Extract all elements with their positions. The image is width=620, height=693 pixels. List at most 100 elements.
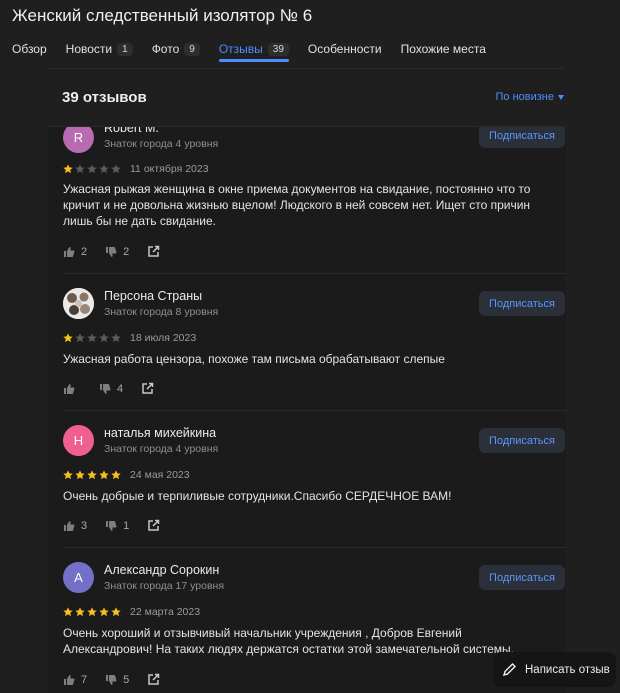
subscribe-button[interactable]: Подписаться: [479, 565, 565, 590]
tab-photo[interactable]: Фото 9: [152, 38, 200, 60]
dislike-button[interactable]: 2: [105, 246, 129, 258]
tab-count-badge: 9: [184, 42, 200, 56]
tab-features[interactable]: Особенности: [308, 38, 382, 60]
review-author[interactable]: Персона Страны: [104, 289, 202, 303]
subscribe-button[interactable]: Подписаться: [479, 291, 565, 316]
thumbs-down-icon: [106, 520, 117, 531]
dislike-count: 1: [123, 519, 130, 532]
avatar[interactable]: А: [63, 562, 94, 593]
like-button[interactable]: 3: [63, 520, 87, 532]
star-filled-icon: [99, 607, 109, 617]
review-date: 22 марта 2023: [130, 606, 201, 618]
avatar-image-icon: [63, 288, 94, 319]
share-button[interactable]: [147, 519, 160, 532]
review-date: 24 мая 2023: [130, 469, 190, 481]
star-empty-icon: [87, 164, 97, 174]
like-button[interactable]: 7: [63, 674, 87, 686]
review-author[interactable]: Александр Сорокин: [104, 563, 219, 577]
sort-dropdown[interactable]: По новизне: [496, 91, 564, 103]
review-actions: 3 1: [63, 519, 178, 532]
review-actions: 2 2: [63, 245, 178, 258]
rating-stars: [63, 333, 121, 343]
share-button[interactable]: [147, 245, 160, 258]
review-date: 11 октября 2023: [130, 163, 209, 175]
review-date: 18 июля 2023: [130, 332, 197, 344]
share-button[interactable]: [147, 673, 160, 686]
author-level: Знаток города 4 уровня: [104, 138, 219, 150]
share-button[interactable]: [141, 382, 154, 395]
rating-row: 24 мая 2023: [63, 469, 190, 481]
star-empty-icon: [87, 333, 97, 343]
review-card: R Robert M. Знаток города 4 уровня Подпи…: [48, 127, 566, 267]
tab-news[interactable]: Новости 1: [66, 38, 133, 60]
avatar-letter: Н: [73, 433, 84, 448]
star-empty-icon: [99, 333, 109, 343]
star-filled-icon: [75, 607, 85, 617]
like-count: 2: [81, 245, 88, 258]
dislike-button[interactable]: 5: [105, 674, 129, 686]
rating-stars: [63, 607, 121, 617]
reviews-count-title: 39 отзывов: [62, 89, 147, 106]
tab-reviews[interactable]: Отзывы 39: [218, 38, 290, 62]
tab-bar: Обзор Новости 1 Фото 9 Отзывы 39 Особенн…: [12, 38, 608, 62]
share-icon: [148, 519, 160, 531]
review-card: А Александр Сорокин Знаток города 17 уро…: [48, 562, 566, 693]
thumbs-up-icon: [64, 520, 75, 531]
reviews-header: 39 отзывов По новизне: [48, 76, 566, 126]
review-text: Ужасная рыжая женщина в окне приема доку…: [63, 182, 531, 228]
dislike-button[interactable]: 4: [99, 383, 123, 395]
author-level: Знаток города 17 уровня: [104, 580, 225, 592]
thumbs-up-icon: [64, 674, 75, 685]
tab-label: Новости: [65, 42, 113, 56]
star-filled-icon: [99, 470, 109, 480]
divider: [63, 273, 566, 274]
write-review-label: Написать отзыв: [525, 663, 610, 676]
review-author[interactable]: наталья михейкина: [104, 426, 216, 440]
author-level: Знаток города 4 уровня: [104, 443, 219, 455]
tab-count-badge: 1: [117, 42, 133, 56]
share-icon: [142, 382, 154, 394]
star-filled-icon: [111, 470, 121, 480]
pencil-icon: [502, 663, 516, 677]
author-level: Знаток города 8 уровня: [104, 306, 219, 318]
avatar[interactable]: Н: [63, 425, 94, 456]
tab-overview[interactable]: Обзор: [12, 38, 47, 60]
avatar[interactable]: [63, 288, 94, 319]
star-filled-icon: [63, 164, 73, 174]
write-review-button[interactable]: Написать отзыв: [493, 652, 616, 687]
review-actions: 4: [63, 382, 172, 395]
divider: [63, 547, 566, 548]
rating-row: 11 октября 2023: [63, 163, 209, 175]
tab-count-badge: 39: [267, 42, 289, 56]
dislike-count: 2: [123, 245, 130, 258]
avatar-letter: А: [74, 570, 83, 585]
star-empty-icon: [111, 333, 121, 343]
tab-label: Особенности: [307, 42, 382, 56]
tab-label: Похожие места: [400, 42, 486, 56]
star-filled-icon: [75, 470, 85, 480]
thumbs-up-icon: [64, 383, 75, 394]
rating-row: 18 июля 2023: [63, 332, 196, 344]
review-text: Очень добрые и терпиливые сотрудники.Спа…: [63, 489, 452, 503]
rating-stars: [63, 470, 121, 480]
rating-row: 22 марта 2023: [63, 606, 200, 618]
like-button[interactable]: [63, 383, 81, 395]
thumbs-down-icon: [100, 383, 111, 394]
star-empty-icon: [99, 164, 109, 174]
thumbs-up-icon: [64, 246, 75, 257]
chevron-down-icon: [558, 94, 564, 100]
dislike-button[interactable]: 1: [105, 520, 129, 532]
tab-similar-places[interactable]: Похожие места: [401, 38, 486, 60]
rating-stars: [63, 164, 121, 174]
tab-label: Обзор: [12, 42, 47, 56]
review-text: Очень хороший и отзывчивый начальник учр…: [63, 626, 514, 656]
like-button[interactable]: 2: [63, 246, 87, 258]
like-count: 3: [81, 519, 88, 532]
star-filled-icon: [87, 607, 97, 617]
divider: [48, 126, 566, 127]
subscribe-button[interactable]: Подписаться: [479, 428, 565, 453]
review-card: Н наталья михейкина Знаток города 4 уров…: [48, 425, 566, 545]
review-actions: 7 5: [63, 673, 178, 686]
divider: [48, 68, 564, 69]
dislike-count: 5: [123, 673, 130, 686]
